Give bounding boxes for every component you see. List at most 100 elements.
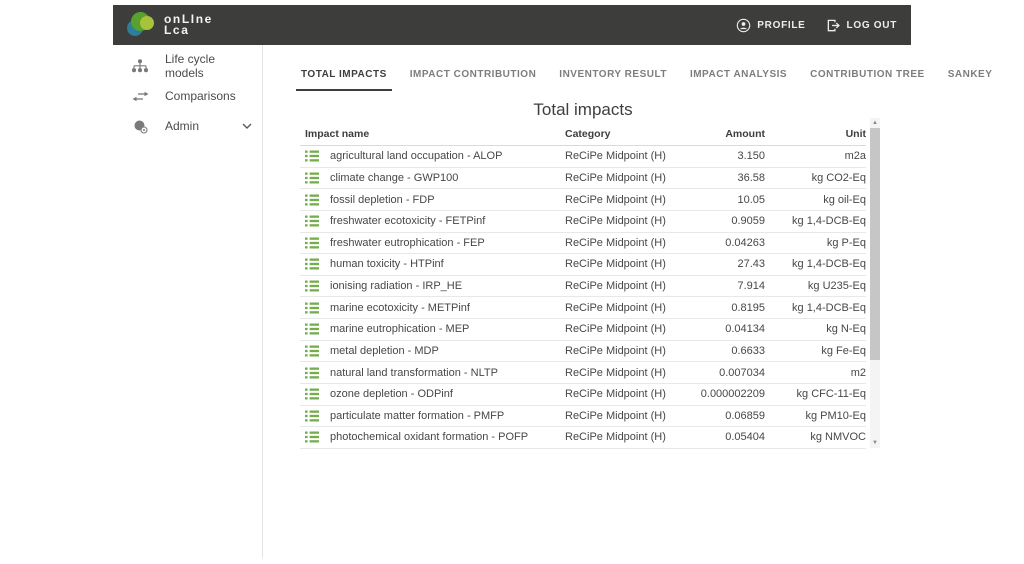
table-header-row: Impact name Category Amount Unit bbox=[300, 123, 866, 146]
impact-name: natural land transformation - NLTP bbox=[330, 367, 498, 379]
list-icon bbox=[305, 388, 319, 400]
table-row[interactable]: climate change - GWP100 ReCiPe Midpoint … bbox=[300, 168, 866, 190]
profile-icon bbox=[736, 18, 751, 33]
page: onLIne Lca PROFILE bbox=[0, 0, 1024, 564]
impact-name: particulate matter formation - PMFP bbox=[330, 410, 504, 422]
column-header-amount: Amount bbox=[685, 128, 775, 140]
impact-category: ReCiPe Midpoint (H) bbox=[565, 215, 685, 227]
table-row[interactable]: human toxicity - HTPinf ReCiPe Midpoint … bbox=[300, 254, 866, 276]
profile-button[interactable]: PROFILE bbox=[736, 18, 805, 33]
list-icon bbox=[305, 258, 319, 270]
tab-inventory-result[interactable]: INVENTORY RESULT bbox=[554, 59, 672, 91]
impact-category: ReCiPe Midpoint (H) bbox=[565, 410, 685, 422]
impact-unit: m2 bbox=[775, 367, 866, 379]
table-row[interactable]: marine eutrophication - MEP ReCiPe Midpo… bbox=[300, 319, 866, 341]
logo-circles-icon bbox=[127, 11, 155, 39]
table-row[interactable]: photochemical oxidant formation - POFP R… bbox=[300, 427, 866, 449]
sidebar: Life cycle models Comparisons bbox=[113, 51, 262, 141]
list-icon bbox=[305, 367, 319, 379]
impact-amount: 0.06859 bbox=[685, 410, 775, 422]
impact-category: ReCiPe Midpoint (H) bbox=[565, 323, 685, 335]
table-row[interactable]: ozone depletion - ODPinf ReCiPe Midpoint… bbox=[300, 384, 866, 406]
impact-unit: kg P-Eq bbox=[775, 237, 866, 249]
impact-category: ReCiPe Midpoint (H) bbox=[565, 280, 685, 292]
table-row[interactable]: metal depletion - MDP ReCiPe Midpoint (H… bbox=[300, 341, 866, 363]
list-icon bbox=[305, 237, 319, 249]
tab-sankey[interactable]: SANKEY bbox=[943, 59, 998, 91]
table-row[interactable]: particulate matter formation - PMFP ReCi… bbox=[300, 406, 866, 428]
table-row[interactable]: freshwater ecotoxicity - FETPinf ReCiPe … bbox=[300, 211, 866, 233]
impact-amount: 0.6633 bbox=[685, 345, 775, 357]
scrollbar-thumb[interactable] bbox=[870, 128, 880, 360]
admin-icon bbox=[131, 119, 149, 134]
tab-impact-analysis[interactable]: IMPACT ANALYSIS bbox=[685, 59, 792, 91]
impact-unit: kg CO2-Eq bbox=[775, 172, 866, 184]
impact-amount: 0.9059 bbox=[685, 215, 775, 227]
impact-unit: kg 1,4-DCB-Eq bbox=[775, 258, 866, 270]
impact-unit: kg NMVOC bbox=[775, 431, 866, 443]
chevron-down-icon[interactable] bbox=[242, 123, 252, 129]
impact-name: fossil depletion - FDP bbox=[330, 194, 435, 206]
hierarchy-icon bbox=[131, 59, 149, 73]
impact-unit: kg CFC-11-Eq bbox=[775, 388, 866, 400]
logout-button[interactable]: LOG OUT bbox=[826, 18, 897, 33]
sidebar-item-label: Comparisons bbox=[165, 89, 236, 103]
list-icon bbox=[305, 172, 319, 184]
impact-category: ReCiPe Midpoint (H) bbox=[565, 150, 685, 162]
table-row[interactable]: agricultural land occupation - ALOP ReCi… bbox=[300, 146, 866, 168]
logout-icon bbox=[826, 18, 841, 33]
impact-name: climate change - GWP100 bbox=[330, 172, 458, 184]
tab-impact-contribution[interactable]: IMPACT CONTRIBUTION bbox=[405, 59, 542, 91]
impact-amount: 3.150 bbox=[685, 150, 775, 162]
impact-amount: 0.007034 bbox=[685, 367, 775, 379]
sidebar-item-life-cycle-models[interactable]: Life cycle models bbox=[113, 51, 262, 81]
app-logo[interactable]: onLIne Lca bbox=[127, 11, 213, 39]
table-row[interactable]: ionising radiation - IRP_HE ReCiPe Midpo… bbox=[300, 276, 866, 298]
impact-name: marine ecotoxicity - METPinf bbox=[330, 302, 470, 314]
impacts-table: Impact name Category Amount Unit bbox=[300, 123, 866, 449]
impact-name: human toxicity - HTPinf bbox=[330, 258, 444, 270]
list-icon bbox=[305, 280, 319, 292]
impact-category: ReCiPe Midpoint (H) bbox=[565, 345, 685, 357]
impact-unit: kg PM10-Eq bbox=[775, 410, 866, 422]
scrollbar-up-arrow[interactable]: ▲ bbox=[870, 118, 880, 128]
list-icon bbox=[305, 410, 319, 422]
impact-name: photochemical oxidant formation - POFP bbox=[330, 431, 528, 443]
tab-bar: TOTAL IMPACTS IMPACT CONTRIBUTION INVENTOR… bbox=[296, 59, 997, 91]
tab-total-impacts[interactable]: TOTAL IMPACTS bbox=[296, 59, 392, 91]
impact-unit: kg 1,4-DCB-Eq bbox=[775, 215, 866, 227]
impact-category: ReCiPe Midpoint (H) bbox=[565, 258, 685, 270]
tab-contribution-tree[interactable]: CONTRIBUTION TREE bbox=[805, 59, 930, 91]
logo-text: onLIne Lca bbox=[164, 14, 213, 36]
impact-unit: kg U235-Eq bbox=[775, 280, 866, 292]
list-icon bbox=[305, 194, 319, 206]
sidebar-item-comparisons[interactable]: Comparisons bbox=[113, 81, 262, 111]
impact-category: ReCiPe Midpoint (H) bbox=[565, 237, 685, 249]
impact-name: freshwater eutrophication - FEP bbox=[330, 237, 485, 249]
sidebar-item-label: Life cycle models bbox=[165, 52, 252, 80]
table-body: agricultural land occupation - ALOP ReCi… bbox=[300, 146, 866, 449]
impact-amount: 0.05404 bbox=[685, 431, 775, 443]
list-icon bbox=[305, 215, 319, 227]
scrollbar-down-arrow[interactable]: ▼ bbox=[870, 438, 880, 448]
logout-label: LOG OUT bbox=[847, 20, 897, 31]
table-row[interactable]: freshwater eutrophication - FEP ReCiPe M… bbox=[300, 233, 866, 255]
impact-name: metal depletion - MDP bbox=[330, 345, 439, 357]
list-icon bbox=[305, 150, 319, 162]
column-header-unit: Unit bbox=[775, 128, 866, 140]
compare-arrows-icon bbox=[131, 90, 149, 103]
main-content: TOTAL IMPACTS IMPACT CONTRIBUTION INVENTOR… bbox=[263, 45, 911, 564]
impact-amount: 0.8195 bbox=[685, 302, 775, 314]
table-row[interactable]: marine ecotoxicity - METPinf ReCiPe Midp… bbox=[300, 297, 866, 319]
impact-name: ionising radiation - IRP_HE bbox=[330, 280, 462, 292]
impact-amount: 7.914 bbox=[685, 280, 775, 292]
impact-name: agricultural land occupation - ALOP bbox=[330, 150, 502, 162]
list-icon bbox=[305, 431, 319, 443]
list-icon bbox=[305, 302, 319, 314]
table-row[interactable]: natural land transformation - NLTP ReCiP… bbox=[300, 362, 866, 384]
sidebar-item-admin[interactable]: Admin bbox=[113, 111, 262, 141]
impact-unit: kg N-Eq bbox=[775, 323, 866, 335]
table-row[interactable]: fossil depletion - FDP ReCiPe Midpoint (… bbox=[300, 189, 866, 211]
impact-category: ReCiPe Midpoint (H) bbox=[565, 388, 685, 400]
impact-amount: 0.04263 bbox=[685, 237, 775, 249]
